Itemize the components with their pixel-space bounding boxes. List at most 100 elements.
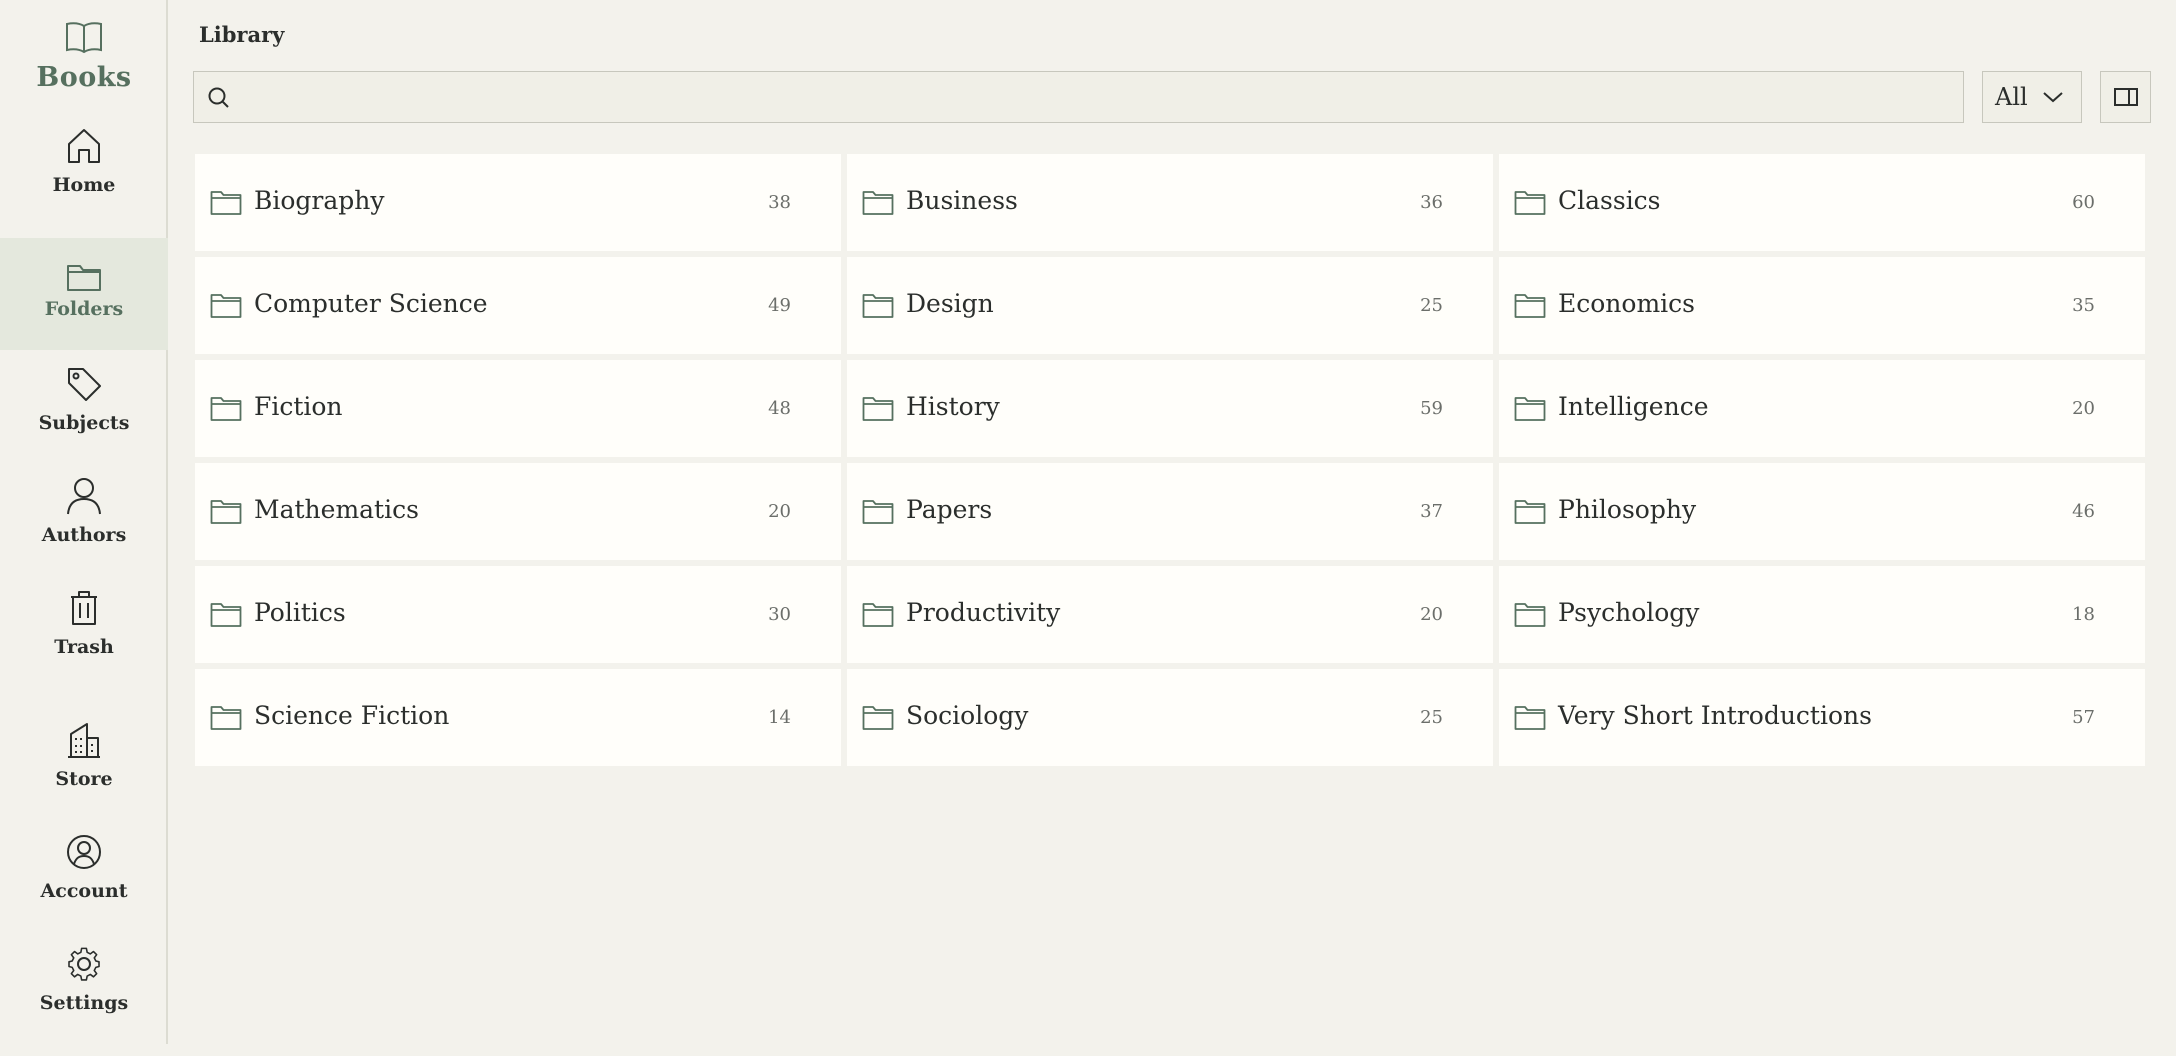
folder-name: Productivity xyxy=(906,598,1061,627)
toggle-panel-button[interactable] xyxy=(2100,71,2151,123)
folder-name: Economics xyxy=(1558,289,1695,318)
folder-card[interactable]: Science Fiction 14 xyxy=(195,669,841,766)
folder-card[interactable]: Fiction 48 xyxy=(195,360,841,457)
app-name: Books xyxy=(36,62,132,93)
nav-account[interactable]: Account xyxy=(0,832,168,944)
filter-selected: All xyxy=(1995,83,2028,111)
folder-icon xyxy=(210,397,242,421)
folder-icon xyxy=(862,706,894,730)
folder-icon xyxy=(210,191,242,215)
folder-name: Intelligence xyxy=(1558,392,1709,421)
trash-icon xyxy=(71,591,97,625)
folder-icon xyxy=(210,706,242,730)
nav-account-label: Account xyxy=(40,880,128,902)
folder-count: 59 xyxy=(1420,398,1443,419)
folder-name: Philosophy xyxy=(1558,495,1697,524)
folder-count: 48 xyxy=(768,398,791,419)
folder-count: 14 xyxy=(768,707,791,728)
folder-name: Design xyxy=(906,289,994,318)
folder-card[interactable]: Sociology 25 xyxy=(847,669,1493,766)
folder-card[interactable]: Psychology 18 xyxy=(1499,566,2145,663)
folder-name: Science Fiction xyxy=(254,701,450,730)
folder-card[interactable]: Computer Science 49 xyxy=(195,257,841,354)
nav-trash-label: Trash xyxy=(54,636,114,658)
folder-card[interactable]: Business 36 xyxy=(847,154,1493,251)
folder-card[interactable]: Productivity 20 xyxy=(847,566,1493,663)
nav-settings[interactable]: Settings xyxy=(0,944,168,1056)
folder-card[interactable]: Classics 60 xyxy=(1499,154,2145,251)
folder-icon xyxy=(210,603,242,627)
folder-count: 25 xyxy=(1420,295,1443,316)
folder-icon xyxy=(1514,706,1546,730)
nav-folders-label: Folders xyxy=(44,298,124,320)
folder-icon xyxy=(1514,397,1546,421)
folder-icon xyxy=(862,191,894,215)
folder-card[interactable]: History 59 xyxy=(847,360,1493,457)
folder-name: History xyxy=(906,392,1000,421)
sidebar-panel-icon xyxy=(2113,88,2138,106)
folder-icon xyxy=(862,397,894,421)
page-title: Library xyxy=(199,22,285,47)
folder-count: 36 xyxy=(1420,192,1443,213)
folder-card[interactable]: Politics 30 xyxy=(195,566,841,663)
gear-icon xyxy=(68,947,100,981)
folder-name: Computer Science xyxy=(254,289,488,318)
home-icon xyxy=(68,129,100,163)
folder-name: Mathematics xyxy=(254,495,419,524)
folder-icon xyxy=(862,294,894,318)
open-book-icon xyxy=(66,22,102,54)
search-input[interactable] xyxy=(240,72,1944,123)
folder-icon xyxy=(862,500,894,524)
folder-icon xyxy=(1514,191,1546,215)
user-icon xyxy=(67,478,101,515)
folder-icon xyxy=(210,294,242,318)
folder-card[interactable]: Mathematics 20 xyxy=(195,463,841,560)
folder-name: Classics xyxy=(1558,186,1661,215)
folder-card[interactable]: Design 25 xyxy=(847,257,1493,354)
folder-name: Sociology xyxy=(906,701,1029,730)
folder-icon xyxy=(1514,603,1546,627)
nav-folders[interactable]: Folders xyxy=(0,238,168,350)
nav-home[interactable]: Home xyxy=(0,126,168,238)
folder-icon xyxy=(67,265,101,291)
folder-name: Very Short Introductions xyxy=(1558,701,1872,730)
nav-trash[interactable]: Trash xyxy=(0,588,168,700)
nav-authors[interactable]: Authors xyxy=(0,476,168,588)
folder-card[interactable]: Biography 38 xyxy=(195,154,841,251)
folder-count: 18 xyxy=(2072,604,2095,625)
folder-card[interactable]: Very Short Introductions 57 xyxy=(1499,669,2145,766)
filter-dropdown[interactable]: All xyxy=(1982,71,2082,123)
folder-count: 30 xyxy=(768,604,791,625)
folder-card[interactable]: Papers 37 xyxy=(847,463,1493,560)
nav-home-label: Home xyxy=(52,174,116,196)
nav-subjects[interactable]: Subjects xyxy=(0,364,168,476)
search-bar[interactable] xyxy=(193,71,1964,123)
folder-grid: Biography 38 Business 36 Classics 60 Com… xyxy=(195,154,2146,766)
nav-store[interactable]: Store xyxy=(0,720,168,832)
nav-subjects-label: Subjects xyxy=(38,412,130,434)
nav-authors-label: Authors xyxy=(41,524,127,546)
app-brand[interactable]: Books xyxy=(0,20,168,93)
chevron-down-icon xyxy=(2043,92,2063,103)
folder-count: 20 xyxy=(1420,604,1443,625)
folder-count: 57 xyxy=(2072,707,2095,728)
tag-icon xyxy=(68,368,101,401)
folder-count: 20 xyxy=(2072,398,2095,419)
folder-count: 49 xyxy=(768,295,791,316)
folder-count: 60 xyxy=(2072,192,2095,213)
folder-icon xyxy=(1514,294,1546,318)
folder-name: Politics xyxy=(254,598,346,627)
folder-icon xyxy=(1514,500,1546,524)
folder-count: 38 xyxy=(768,192,791,213)
folder-count: 25 xyxy=(1420,707,1443,728)
folder-name: Psychology xyxy=(1558,598,1700,627)
folder-name: Business xyxy=(906,186,1018,215)
folder-card[interactable]: Philosophy 46 xyxy=(1499,463,2145,560)
main-content: Library All Biography 38 Business 36 Cla… xyxy=(170,0,2176,1044)
folder-card[interactable]: Intelligence 20 xyxy=(1499,360,2145,457)
folder-name: Fiction xyxy=(254,392,343,421)
nav-settings-label: Settings xyxy=(39,992,129,1014)
folder-card[interactable]: Economics 35 xyxy=(1499,257,2145,354)
folder-count: 20 xyxy=(768,501,791,522)
nav-store-label: Store xyxy=(55,768,113,790)
